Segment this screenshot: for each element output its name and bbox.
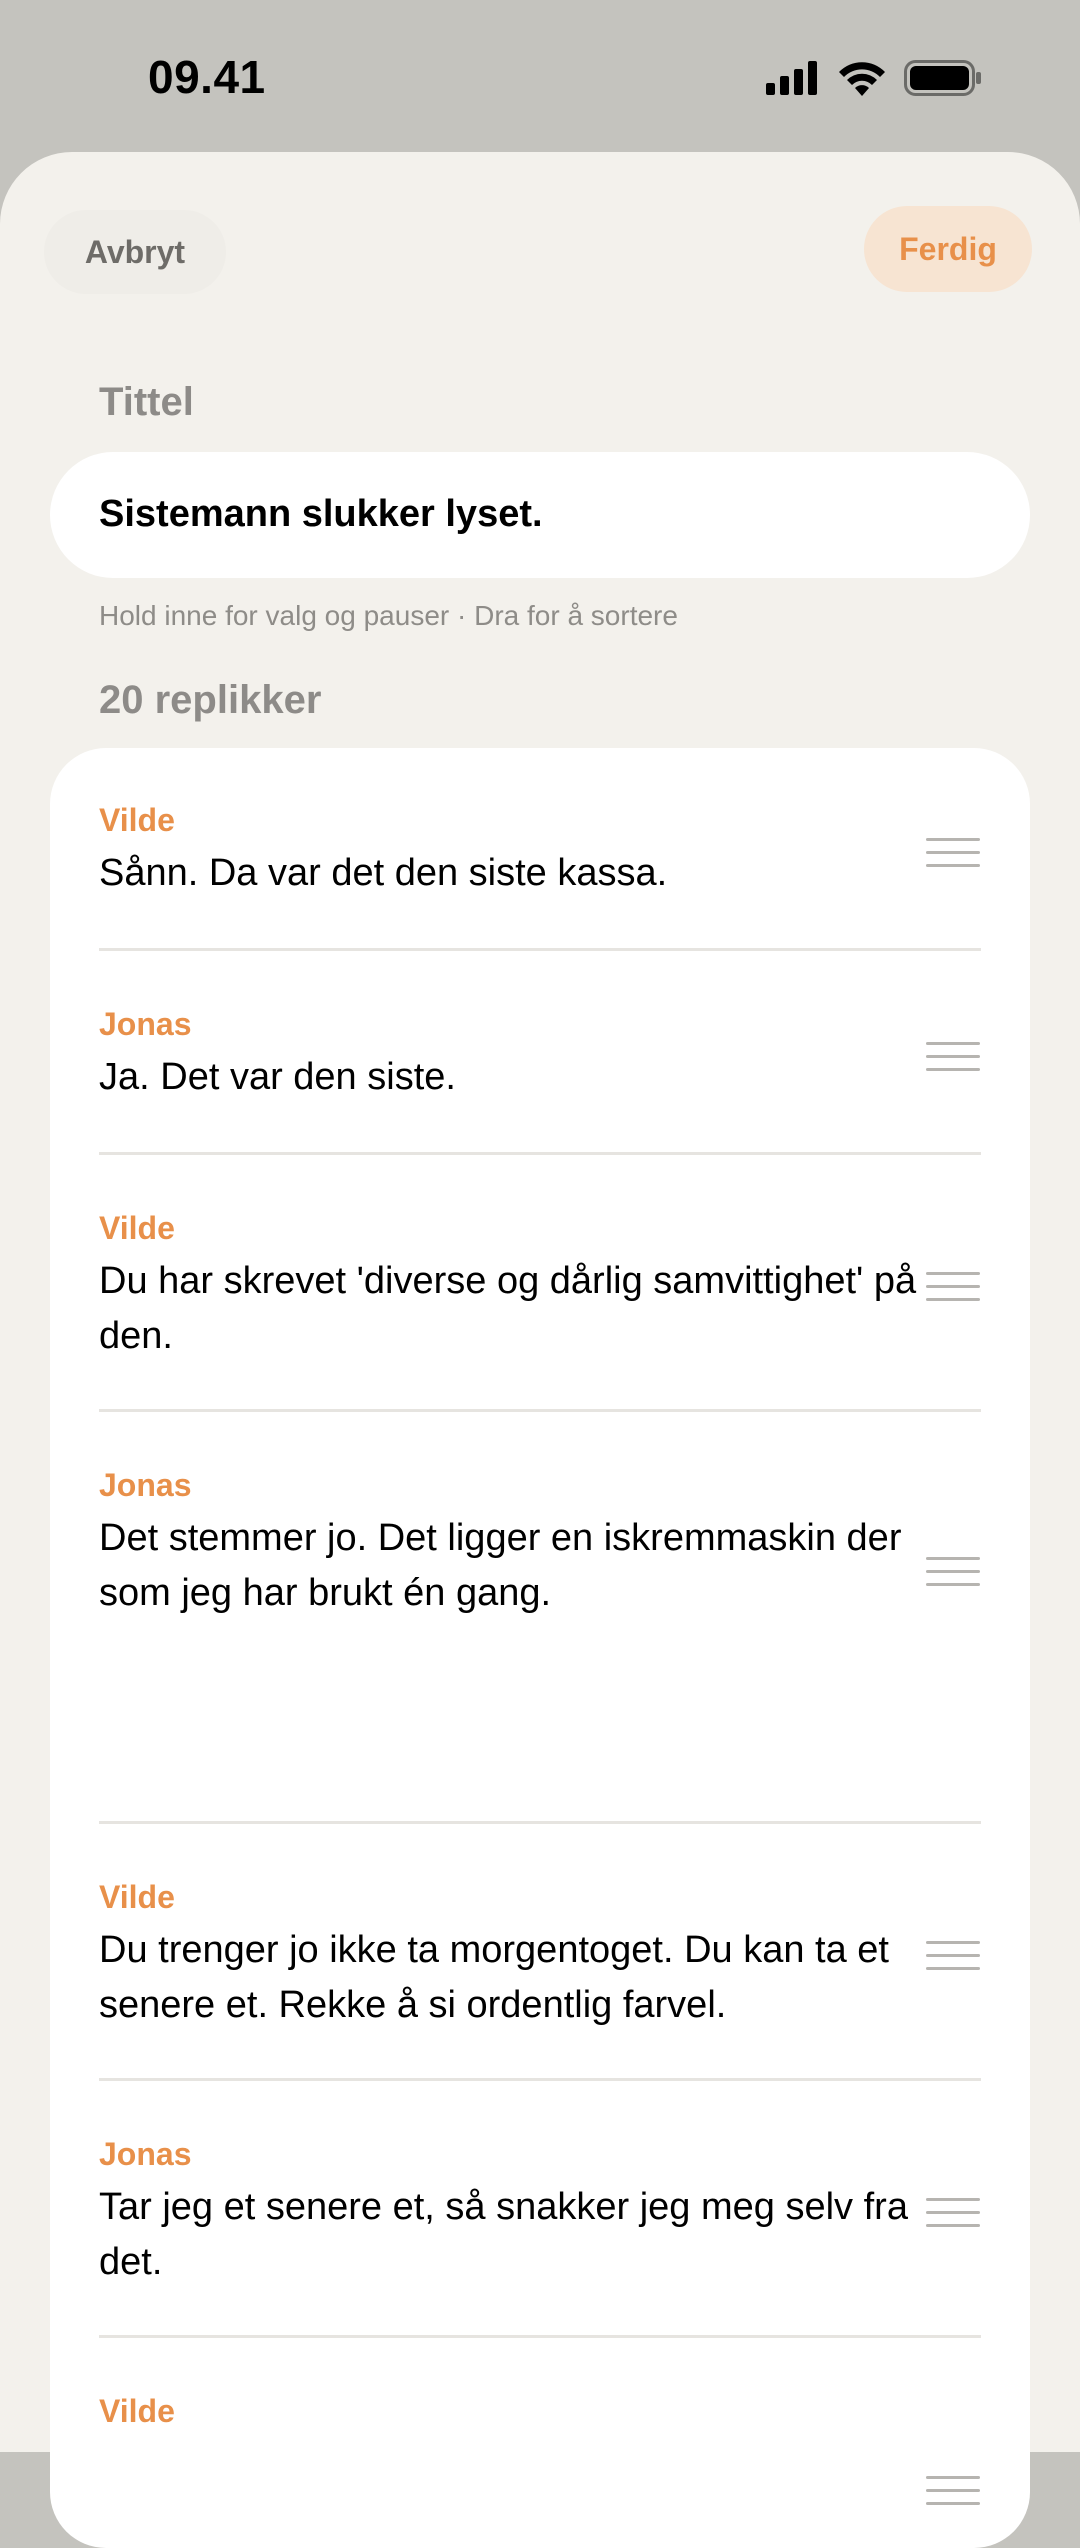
line-speaker: Jonas	[99, 1467, 192, 1503]
lines-list: Vilde Sånn. Da var det den siste kassa. …	[50, 748, 1030, 2548]
drag-handle-icon[interactable]	[926, 1941, 980, 1971]
drag-handle-icon[interactable]	[926, 838, 980, 868]
divider	[99, 2078, 981, 2081]
line-text: Sånn. Da var det den siste kassa.	[99, 852, 668, 894]
hint-text: Hold inne for valg og pauser · Dra for å…	[99, 600, 678, 631]
list-item[interactable]: Vilde Du har skrevet 'diverse og dårlig …	[99, 1208, 981, 1364]
drag-handle-icon[interactable]	[926, 1557, 980, 1587]
line-text: Du trenger jo ikke ta morgentoget. Du ka…	[99, 1929, 889, 2026]
list-item[interactable]: Jonas Ja. Det var den siste.	[99, 1004, 981, 1105]
lines-count-label: 20 replikker	[99, 678, 322, 722]
line-speaker: Vilde	[99, 1210, 175, 1246]
done-button[interactable]: Ferdig	[864, 206, 1032, 292]
edit-sheet: Avbryt Ferdig Tittel Sistemann slukker l…	[0, 152, 1080, 2548]
line-text: Det stemmer jo. Det ligger en iskremmask…	[99, 1517, 902, 1614]
divider	[99, 1409, 981, 1412]
wifi-icon	[839, 62, 885, 96]
list-item[interactable]: Jonas Det stemmer jo. Det ligger en iskr…	[99, 1465, 981, 1621]
list-item[interactable]: Vilde	[99, 2391, 981, 2437]
line-text: Ja. Det var den siste.	[99, 1056, 456, 1098]
divider	[99, 948, 981, 951]
title-input-value: Sistemann slukker lyset.	[99, 493, 543, 535]
line-text: Tar jeg et senere et, så snakker jeg meg…	[99, 2186, 908, 2283]
drag-handle-icon[interactable]	[926, 2198, 980, 2228]
divider	[99, 1152, 981, 1155]
line-speaker: Jonas	[99, 2136, 192, 2172]
title-input[interactable]: Sistemann slukker lyset.	[50, 452, 1030, 578]
title-section-label: Tittel	[99, 380, 194, 424]
list-item[interactable]: Jonas Tar jeg et senere et, så snakker j…	[99, 2134, 981, 2290]
divider	[99, 2335, 981, 2338]
line-speaker: Jonas	[99, 1006, 192, 1042]
line-speaker: Vilde	[99, 2393, 175, 2429]
battery-icon	[904, 60, 981, 96]
drag-handle-icon[interactable]	[926, 2476, 980, 2506]
drag-handle-icon[interactable]	[926, 1272, 980, 1302]
divider	[99, 1821, 981, 1824]
status-icons	[766, 58, 982, 98]
cellular-signal-icon	[766, 61, 817, 95]
status-bar: 09.41	[0, 0, 1080, 150]
list-item[interactable]: Vilde Sånn. Da var det den siste kassa.	[99, 800, 981, 901]
cancel-button[interactable]: Avbryt	[44, 210, 226, 294]
list-item[interactable]: Vilde Du trenger jo ikke ta morgentoget.…	[99, 1877, 981, 2033]
line-speaker: Vilde	[99, 802, 175, 838]
status-time: 09.41	[148, 51, 266, 103]
line-text: Du har skrevet 'diverse og dårlig samvit…	[99, 1260, 917, 1357]
line-speaker: Vilde	[99, 1879, 175, 1915]
drag-handle-icon[interactable]	[926, 1042, 980, 1072]
